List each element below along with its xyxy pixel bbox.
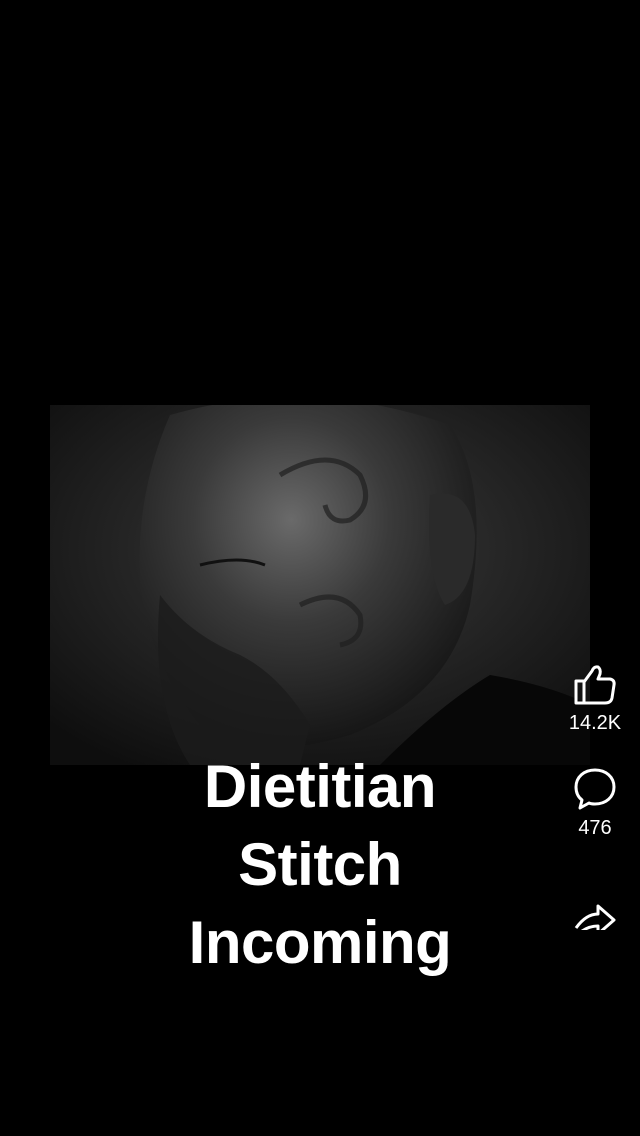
comment-bubble-icon[interactable] — [571, 765, 619, 813]
like-count: 14.2K — [568, 712, 622, 734]
like-button[interactable]: 14.2K — [552, 660, 638, 735]
video-thumbnail-portrait — [50, 405, 590, 765]
share-button[interactable] — [572, 900, 620, 930]
caption-line-3: Incoming — [188, 909, 452, 976]
comment-count: 476 — [578, 817, 612, 839]
thumbs-up-icon[interactable] — [571, 660, 619, 708]
caption-line-1: Dietitian — [203, 753, 437, 820]
video-frame — [50, 405, 590, 765]
comment-button[interactable]: 476 — [552, 765, 638, 840]
caption-line-2: Stitch — [238, 831, 402, 898]
video-caption: Dietitian Stitch Incoming — [100, 748, 540, 982]
action-rail: 14.2K 476 — [552, 660, 638, 870]
